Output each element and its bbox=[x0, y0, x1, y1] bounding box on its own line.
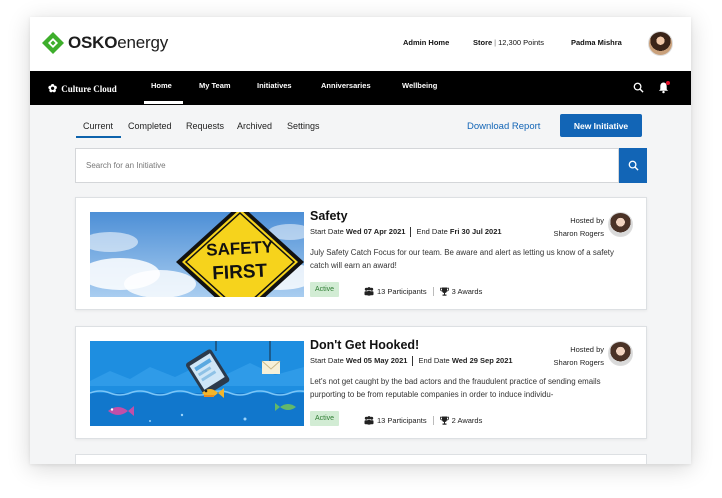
participants-count: 13 Participants bbox=[377, 416, 427, 425]
notification-dot bbox=[666, 81, 670, 85]
phishing-image bbox=[90, 341, 304, 426]
initiative-dates: Start Date Wed 05 May 2021 End Date Wed 2… bbox=[310, 356, 513, 367]
download-report-link[interactable]: Download Report bbox=[467, 121, 540, 132]
nav-home[interactable]: Home bbox=[144, 81, 183, 104]
user-avatar[interactable] bbox=[648, 31, 673, 56]
initiative-card[interactable]: Don't Get Hooked! Start Date Wed 05 May … bbox=[75, 326, 647, 439]
awards-count: 2 Awards bbox=[451, 416, 483, 425]
initiative-stats: 13 Participants 3 Awards bbox=[364, 287, 482, 296]
osko-logo[interactable]: OSKOenergy bbox=[42, 32, 168, 54]
initiative-stats: 13 Participants 2 Awards bbox=[364, 416, 482, 425]
initiative-description: July Safety Catch Focus for our team. Be… bbox=[310, 248, 614, 270]
initiative-title[interactable]: Don't Get Hooked! bbox=[310, 338, 419, 352]
initiative-dates: Start Date Wed 07 Apr 2021 End Date Fri 3… bbox=[310, 227, 502, 238]
initiative-card[interactable]: SAFETY FIRST Safety Start Date Wed 07 Ap… bbox=[75, 197, 647, 310]
tab-completed[interactable]: Completed bbox=[128, 121, 172, 131]
main-navbar: ✿ Culture Cloud Home My Team Initiatives… bbox=[30, 71, 691, 105]
initiative-search bbox=[75, 148, 619, 183]
sign-line-2: FIRST bbox=[212, 261, 268, 285]
awards-count: 3 Awards bbox=[451, 287, 483, 296]
nav-anniversaries[interactable]: Anniversaries bbox=[321, 81, 371, 90]
search-input[interactable] bbox=[76, 149, 618, 182]
status-badge: Active bbox=[310, 282, 340, 297]
search-button[interactable] bbox=[619, 148, 647, 183]
logo-wordmark: OSKOenergy bbox=[68, 33, 169, 52]
nav-my-team[interactable]: My Team bbox=[199, 81, 231, 90]
participants-icon bbox=[364, 287, 374, 296]
search-icon bbox=[628, 160, 639, 171]
participants-count: 13 Participants bbox=[377, 287, 427, 296]
nav-wellbeing[interactable]: Wellbeing bbox=[402, 81, 437, 90]
host-avatar bbox=[608, 212, 633, 237]
tab-requests[interactable]: Requests bbox=[186, 121, 224, 131]
safety-first-image: SAFETY FIRST bbox=[90, 212, 304, 297]
host-name: Sharon Rogers bbox=[553, 358, 604, 367]
culture-cloud-brand[interactable]: ✿ Culture Cloud bbox=[48, 82, 117, 95]
admin-home-link[interactable]: Admin Home bbox=[403, 38, 449, 47]
gear-icon: ✿ bbox=[48, 83, 58, 95]
initiative-card[interactable] bbox=[75, 454, 647, 464]
initiative-description: Let's not get caught by the bad actors a… bbox=[310, 377, 601, 399]
host-avatar bbox=[608, 341, 633, 366]
sign-line-1: SAFETY bbox=[206, 237, 275, 260]
store-link[interactable]: Store | 12,300 Points bbox=[473, 38, 544, 47]
tab-archived[interactable]: Archived bbox=[237, 121, 272, 131]
trophy-icon bbox=[439, 416, 449, 425]
initiative-title[interactable]: Safety bbox=[310, 209, 348, 223]
trophy-icon bbox=[439, 287, 449, 296]
hosted-by: Hosted by Sharon Rogers bbox=[553, 216, 604, 238]
user-name[interactable]: Padma Mishra bbox=[571, 38, 622, 47]
top-header: OSKOenergy Admin Home Store | 12,300 Point… bbox=[30, 17, 691, 71]
status-badge: Active bbox=[310, 411, 340, 426]
logo-diamond-icon bbox=[42, 32, 64, 54]
tab-current[interactable]: Current bbox=[75, 121, 122, 138]
new-initiative-button[interactable]: New Initiative bbox=[560, 114, 642, 137]
tab-settings[interactable]: Settings bbox=[287, 121, 320, 131]
hosted-by: Hosted by Sharon Rogers bbox=[553, 345, 604, 367]
nav-initiatives[interactable]: Initiatives bbox=[257, 81, 292, 90]
participants-icon bbox=[364, 416, 374, 425]
host-name: Sharon Rogers bbox=[553, 229, 604, 238]
app-window: OSKOenergy Admin Home Store | 12,300 Point… bbox=[30, 17, 691, 464]
search-icon[interactable] bbox=[633, 82, 644, 93]
